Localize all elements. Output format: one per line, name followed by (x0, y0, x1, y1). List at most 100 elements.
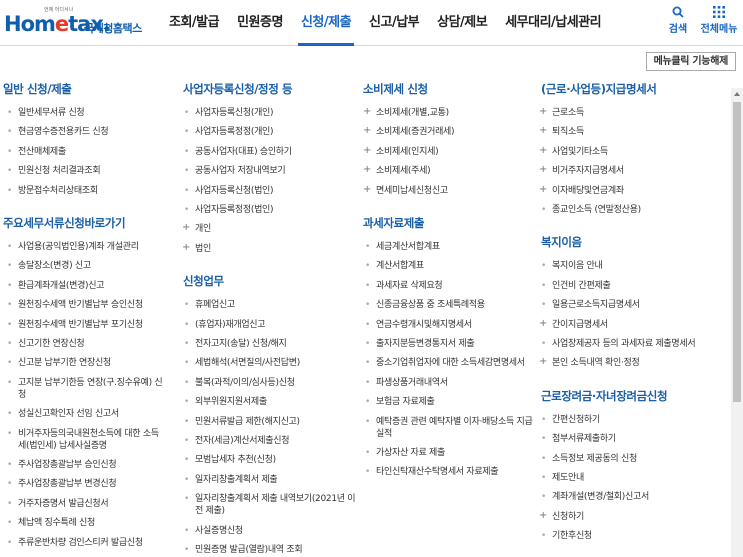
menu-item[interactable]: + 소비제세(주세) (363, 164, 541, 177)
menu-item[interactable]: + 비거주자지급명세서 (539, 164, 720, 177)
menu-item[interactable]: • 원천징수세액 반기별납부 포기신청 (7, 319, 166, 331)
menu-item[interactable]: • 사업자등록신청(개인) (184, 107, 360, 119)
menu-item[interactable]: • 가상자산 자료 제출 (365, 447, 541, 459)
menu-item[interactable]: • 보험금 자료제출 (365, 396, 541, 408)
menu-item[interactable]: • 방문접수처리상태조회 (7, 185, 166, 197)
menu-item[interactable]: • 계산서합계표 (365, 260, 541, 272)
menu-item[interactable]: • 타인신탁재산수탁명세서 자료제출 (365, 466, 541, 478)
menu-item[interactable]: + 개인 (182, 222, 360, 235)
menu-item[interactable]: • 모범납세자 추천(신청) (184, 454, 360, 466)
menu-click-toggle-button[interactable]: 메뉴클릭 기능해제 (645, 52, 736, 71)
menu-item[interactable]: • 과세자료 삭제요청 (365, 280, 541, 292)
menu-item[interactable]: • 현금영수증전용카드 신청 (7, 126, 166, 138)
menu-item[interactable]: • 연금수령개시및해지명세서 (365, 319, 541, 331)
menu-item[interactable]: + 면세미납세신청신고 (363, 184, 541, 197)
menu-item[interactable]: • 원천징수세액 반기별납부 승인신청 (7, 299, 166, 311)
menu-item[interactable]: • 중소기업취업자에 대한 소득세감면명세서 (365, 357, 541, 369)
menu-item-label: 이자배당및연금계좌 (552, 185, 624, 196)
menu-item[interactable]: • 휴폐업신고 (184, 299, 360, 311)
menu-item[interactable]: • 고지분 납부기한등 연장(구.징수유예) 신청 (7, 377, 166, 401)
gnb-item[interactable]: 신고/납부 (360, 0, 428, 46)
menu-item[interactable]: • 민원서류발급 제한(해지신고) (184, 416, 360, 428)
menu-item[interactable]: • 신고분 납부기한 연장신청 (7, 357, 166, 369)
bullet-icon: • (365, 416, 371, 427)
menu-item[interactable]: • 기한후신청 (541, 530, 720, 542)
menu-item[interactable]: • 제도안내 (541, 472, 720, 484)
menu-item[interactable]: • 주사업장총괄납부 변경신청 (7, 478, 166, 490)
menu-item-label: 민원증명 발급(열람)내역 조회 (195, 545, 303, 555)
menu-item[interactable]: • 주사업장총괄납부 승인신청 (7, 459, 166, 471)
menu-item-label: 신청하기 (552, 511, 584, 522)
menu-item-label: 간편신청하기 (552, 414, 600, 425)
menu-item[interactable]: • 복지이음 안내 (541, 260, 720, 272)
menu-item[interactable]: + 소비제세(개별,교통) (363, 106, 541, 119)
menu-item[interactable]: • 전자(세금)계산서제출신청 (184, 435, 360, 447)
menu-item[interactable]: • 사업장제공자 등의 과세자료 제출명세서 (541, 338, 720, 350)
menu-item[interactable]: • 파생상품거래내역서 (365, 377, 541, 389)
menu-item[interactable]: + 본인 소득내역 확인·정정 (539, 356, 720, 369)
bullet-icon: • (541, 205, 547, 215)
menu-item[interactable]: • 주류운반차량 검인스티커 발급신청 (7, 537, 166, 549)
menu-item[interactable]: + 간이지급명세서 (539, 318, 720, 331)
menu-item[interactable]: + 법인 (182, 242, 360, 255)
menu-item[interactable]: • 전산매체제출 (7, 146, 166, 158)
menu-item[interactable]: • 송달장소(변경) 신고 (7, 260, 166, 272)
bullet-icon: • (184, 494, 190, 505)
menu-item[interactable]: + 소비제세(증권거래세) (363, 125, 541, 138)
menu-item[interactable]: • 사업자등록정정(법인) (184, 204, 360, 216)
all-menu-button[interactable]: 전체메뉴 (701, 6, 737, 35)
gnb-item[interactable]: 조회/발급 (160, 0, 228, 46)
menu-item[interactable]: • 신종금융상품 중 조세특례적용 (365, 299, 541, 311)
menu-item[interactable]: • 민원신청 처리결과조회 (7, 165, 166, 177)
menu-item[interactable]: • 세금계산서합계표 (365, 241, 541, 253)
menu-item[interactable]: • 전자고지(송달) 신청/해지 (184, 338, 360, 350)
hometax-logo[interactable]: 언제 어디서나 Hometax. 국세청홈택스 (4, 6, 142, 40)
menu-item[interactable]: • 사업용(공익법인용)계좌 개설관리 (7, 241, 166, 253)
gnb-item[interactable]: 상담/제보 (428, 0, 496, 46)
menu-item[interactable]: • 일용근로소득지급명세서 (541, 299, 720, 311)
menu-item[interactable]: • 민원증명 발급(열람)내역 조회 (184, 544, 360, 556)
menu-item[interactable]: • 사업자등록정정(개인) (184, 126, 360, 138)
menu-item[interactable]: • 외부위원지원서제출 (184, 396, 360, 408)
menu-item[interactable]: + 퇴직소득 (539, 125, 720, 138)
menu-item[interactable]: • 소득정보 제공동의 신청 (541, 453, 720, 465)
menu-item[interactable]: • 예탁증권 관련 예탁자별 이자·배당소득 지급 실적 (365, 416, 541, 440)
menu-item[interactable]: • 성실신고확인자 선임 신고서 (7, 408, 166, 420)
menu-item[interactable]: • (휴업자)재개업신고 (184, 319, 360, 331)
menu-item[interactable]: + 근로소득 (539, 106, 720, 119)
menu-item[interactable]: • 사실증명신청 (184, 525, 360, 537)
menu-item[interactable]: • 불복(과적/이의/심사등)신청 (184, 377, 360, 389)
menu-item[interactable]: • 종교인소득 (연말정산용) (541, 204, 720, 216)
menu-item[interactable]: • 간편신청하기 (541, 414, 720, 426)
menu-item[interactable]: • 인건비 간편제출 (541, 280, 720, 292)
menu-item[interactable]: • 첨부서류제출하기 (541, 433, 720, 445)
bullet-icon: • (184, 358, 190, 369)
search-button[interactable]: 검색 (660, 6, 696, 35)
menu-item-label: 일자리창출계획서 제출 내역보기(2021년 이전 제출) (195, 494, 356, 517)
scrollbar-thumb[interactable] (733, 102, 741, 402)
menu-item[interactable]: • 계좌개설(변경/철회)신고서 (541, 491, 720, 503)
menu-item[interactable]: + 사업및기타소득 (539, 145, 720, 158)
scrollbar[interactable] (731, 88, 743, 557)
menu-item[interactable]: • 신고기한 연장신청 (7, 338, 166, 350)
menu-item[interactable]: • 비거주자등의국내원천소득에 대한 소득세(법인세) 납세사실증명 (7, 428, 166, 452)
gnb-item[interactable]: 신청/제출 (292, 0, 360, 46)
bullet-icon: • (541, 531, 547, 542)
menu-item[interactable]: • 체납액 징수특례 신청 (7, 517, 166, 529)
scroll-up-arrow-icon[interactable] (731, 88, 743, 100)
menu-item[interactable]: • 세법해석(서면질의/사전답변) (184, 357, 360, 369)
menu-item[interactable]: • 일자리창출계획서 제출 (184, 474, 360, 486)
gnb-item[interactable]: 민원증명 (228, 0, 292, 46)
menu-item[interactable]: • 거주자증명서 발급신청서 (7, 498, 166, 510)
menu-item[interactable]: • 사업자등록신청(법인) (184, 185, 360, 197)
menu-item[interactable]: • 공동사업자 저장내역보기 (184, 165, 360, 177)
menu-item[interactable]: + 신청하기 (539, 510, 720, 523)
menu-item[interactable]: • 공동사업자(대표) 승인하기 (184, 146, 360, 158)
gnb-item[interactable]: 세무대리/납세관리 (496, 0, 610, 46)
menu-item[interactable]: + 이자배당및연금계좌 (539, 184, 720, 197)
menu-item[interactable]: • 환급계좌개설(변경)신고 (7, 280, 166, 292)
menu-item[interactable]: • 일반세무서류 신청 (7, 107, 166, 119)
menu-item[interactable]: • 일자리창출계획서 제출 내역보기(2021년 이전 제출) (184, 493, 360, 517)
menu-item[interactable]: + 소비제세(인지세) (363, 145, 541, 158)
menu-item[interactable]: • 출자지분등변경통지서 제출 (365, 338, 541, 350)
